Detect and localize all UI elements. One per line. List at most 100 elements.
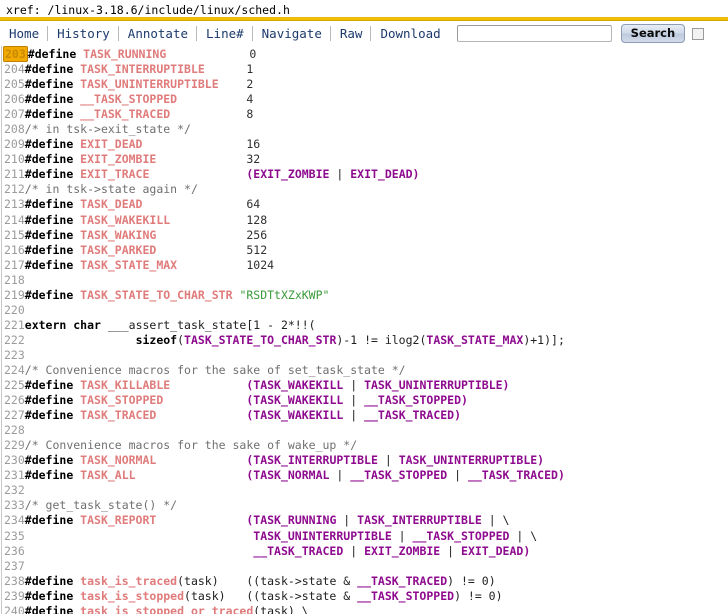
symbol-definition[interactable]: TASK_KILLABLE xyxy=(80,378,170,392)
symbol-reference[interactable]: TASK_INTERRUPTIBLE xyxy=(357,513,482,527)
search-input[interactable] xyxy=(456,25,612,42)
line-number[interactable]: 216 xyxy=(4,243,25,257)
line-number-highlighted[interactable]: 203 xyxy=(3,46,28,62)
line-number[interactable]: 215 xyxy=(4,228,25,242)
symbol-reference[interactable]: EXIT_DEAD) xyxy=(461,544,530,558)
symbol-reference[interactable]: EXIT_ZOMBIE xyxy=(364,544,440,558)
line-number[interactable]: 239 xyxy=(4,589,25,603)
symbol-reference[interactable]: TASK_UNINTERRUPTIBLE xyxy=(253,529,391,543)
symbol-reference[interactable]: (TASK_WAKEKILL xyxy=(246,408,343,422)
symbol-reference[interactable]: TASK_UNINTERRUPTIBLE) xyxy=(399,453,544,467)
symbol-definition[interactable]: task_is_stopped xyxy=(80,589,184,603)
symbol-definition[interactable]: TASK_STOPPED xyxy=(80,393,163,407)
line-number[interactable]: 220 xyxy=(4,303,25,317)
nav-link-annotate[interactable]: Annotate xyxy=(126,26,196,41)
symbol-definition[interactable]: TASK_PARKED xyxy=(80,243,156,257)
search-button[interactable]: Search xyxy=(620,24,686,43)
symbol-reference[interactable]: (TASK_INTERRUPTIBLE xyxy=(246,453,378,467)
symbol-definition[interactable]: __TASK_TRACED xyxy=(80,107,170,121)
line-number[interactable]: 210 xyxy=(4,152,25,166)
line-number[interactable]: 228 xyxy=(4,423,25,437)
symbol-reference[interactable]: __TASK_STOPPED xyxy=(357,589,454,603)
line-number[interactable]: 224 xyxy=(4,363,25,377)
nav-link-line-number[interactable]: Line# xyxy=(204,26,252,41)
line-number[interactable]: 217 xyxy=(4,258,25,272)
symbol-reference[interactable]: EXIT_DEAD) xyxy=(350,167,419,181)
line-number[interactable]: 213 xyxy=(4,197,25,211)
line-number[interactable]: 232 xyxy=(4,483,25,497)
line-number[interactable]: 212 xyxy=(4,182,25,196)
line-number[interactable]: 229 xyxy=(4,438,25,452)
nav-link-download[interactable]: Download xyxy=(378,26,448,41)
search-options-checkbox[interactable] xyxy=(692,27,705,40)
nav-link-navigate[interactable]: Navigate xyxy=(260,26,330,41)
line-number[interactable]: 238 xyxy=(4,574,25,588)
symbol-definition[interactable]: TASK_STATE_TO_CHAR_STR xyxy=(80,288,232,302)
symbol-definition[interactable]: TASK_INTERRUPTIBLE xyxy=(80,62,205,76)
line-number[interactable]: 233 xyxy=(4,498,25,512)
symbol-definition[interactable]: TASK_UNINTERRUPTIBLE xyxy=(80,77,218,91)
line-number[interactable]: 225 xyxy=(4,378,25,392)
symbol-definition[interactable]: TASK_WAKING xyxy=(80,228,156,242)
symbol-definition[interactable]: EXIT_DEAD xyxy=(80,137,142,151)
symbol-definition[interactable]: TASK_TRACED xyxy=(80,408,156,422)
symbol-reference[interactable]: TASK_UNINTERRUPTIBLE) xyxy=(364,378,509,392)
nav-link-raw[interactable]: Raw xyxy=(338,26,371,41)
line-number[interactable]: 227 xyxy=(4,408,25,422)
nav-link-home[interactable]: Home xyxy=(7,26,47,41)
symbol-reference[interactable]: __TASK_STOPPED xyxy=(413,529,510,543)
line-number[interactable]: 226 xyxy=(4,393,25,407)
symbol-reference[interactable]: __TASK_TRACED xyxy=(357,574,447,588)
line-number[interactable]: 237 xyxy=(4,559,25,573)
line-number[interactable]: 236 xyxy=(4,544,25,558)
line-number[interactable]: 221 xyxy=(4,318,25,332)
symbol-reference[interactable]: TASK_STATE_TO_CHAR_STR xyxy=(184,333,336,347)
line-number[interactable]: 204 xyxy=(4,62,25,76)
symbol-definition[interactable]: TASK_DEAD xyxy=(80,197,142,211)
code-line: 224/* Convenience macros for the sake of… xyxy=(4,363,728,378)
symbol-definition[interactable]: TASK_WAKEKILL xyxy=(80,213,170,227)
symbol-reference[interactable]: TASK_STATE_MAX xyxy=(426,333,523,347)
symbol-reference[interactable]: (TASK_NORMAL xyxy=(246,468,329,482)
symbol-definition[interactable]: TASK_RUNNING xyxy=(83,47,166,61)
symbol-definition[interactable]: EXIT_ZOMBIE xyxy=(80,152,156,166)
line-number[interactable]: 222 xyxy=(4,333,25,347)
line-number[interactable]: 234 xyxy=(4,513,25,527)
source-code-viewer[interactable]: 203 #define TASK_RUNNING 0 204#define TASK… xyxy=(0,46,728,614)
nav-separator xyxy=(370,26,372,41)
line-number[interactable]: 231 xyxy=(4,468,25,482)
symbol-definition[interactable]: task_is_stopped_or_traced xyxy=(80,604,253,614)
line-number[interactable]: 214 xyxy=(4,213,25,227)
line-number[interactable]: 211 xyxy=(4,167,25,181)
line-number[interactable]: 207 xyxy=(4,107,25,121)
symbol-reference[interactable]: (TASK_RUNNING xyxy=(246,513,336,527)
symbol-reference[interactable]: __TASK_TRACED) xyxy=(468,468,565,482)
symbol-reference[interactable]: __TASK_STOPPED xyxy=(350,468,447,482)
symbol-definition[interactable]: task_is_traced xyxy=(80,574,177,588)
symbol-definition[interactable]: __TASK_STOPPED xyxy=(80,92,177,106)
symbol-reference[interactable]: (TASK_WAKEKILL xyxy=(246,378,343,392)
line-number[interactable]: 223 xyxy=(4,348,25,362)
symbol-reference[interactable]: __TASK_TRACED xyxy=(253,544,343,558)
line-number[interactable]: 219 xyxy=(4,288,25,302)
line-number[interactable]: 206 xyxy=(4,92,25,106)
line-number[interactable]: 240 xyxy=(4,604,25,614)
symbol-definition[interactable]: TASK_NORMAL xyxy=(80,453,156,467)
line-number[interactable]: 218 xyxy=(4,273,25,287)
symbol-definition[interactable]: TASK_ALL xyxy=(80,468,135,482)
nav-link-history[interactable]: History xyxy=(55,26,118,41)
line-number[interactable]: 230 xyxy=(4,453,25,467)
line-number[interactable]: 208 xyxy=(4,122,25,136)
line-number[interactable]: 209 xyxy=(4,137,25,151)
symbol-reference[interactable]: (EXIT_ZOMBIE xyxy=(246,167,329,181)
symbol-reference[interactable]: (TASK_WAKEKILL xyxy=(246,393,343,407)
symbol-definition[interactable]: EXIT_TRACE xyxy=(80,167,149,181)
symbol-definition[interactable]: TASK_REPORT xyxy=(80,513,156,527)
symbol-definition[interactable]: TASK_STATE_MAX xyxy=(80,258,177,272)
symbol-reference[interactable]: __TASK_TRACED) xyxy=(364,408,461,422)
symbol-reference[interactable]: __TASK_STOPPED) xyxy=(364,393,468,407)
line-number[interactable]: 205 xyxy=(4,77,25,91)
code-text: | xyxy=(343,408,365,423)
line-number[interactable]: 235 xyxy=(4,529,25,543)
